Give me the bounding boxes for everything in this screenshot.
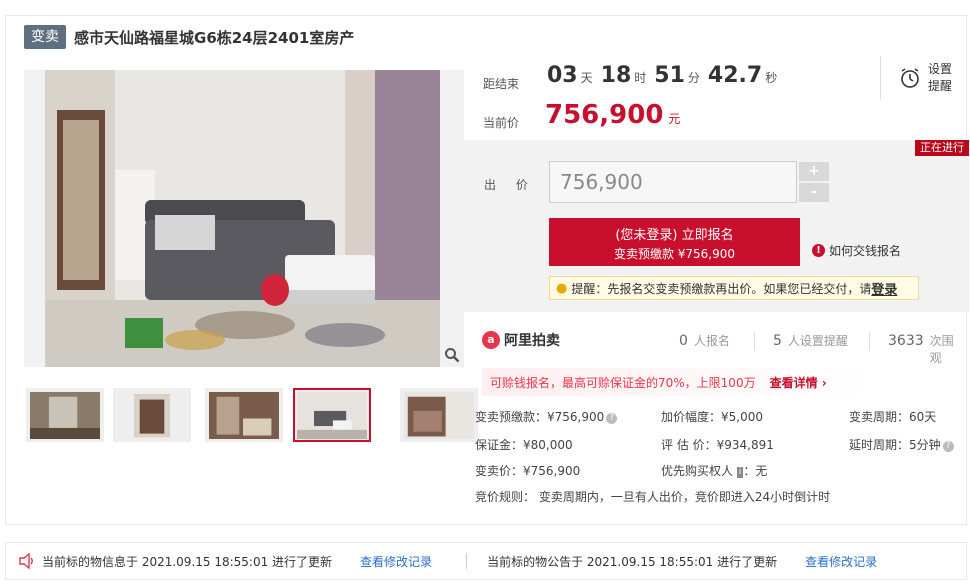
days-unit: 天 <box>580 71 593 85</box>
minutes-unit: 分 <box>687 71 700 85</box>
thumbnail-2[interactable] <box>113 388 191 442</box>
countdown-timer: 03 天 18 时 51 分 42.7 秒 <box>547 63 785 88</box>
register-button[interactable]: (您未登录) 立即报名 变卖预缴款 ¥756,900 <box>549 218 800 266</box>
current-price-value: 756,900 <box>545 100 664 130</box>
bid-panel: 正在进行 出 价 756,900 + - (您未登录) 立即报名 变卖预缴款 ¥… <box>464 140 969 312</box>
reminder-stat-label: 人设置提醒 <box>787 334 848 348</box>
divider <box>466 553 468 569</box>
sale-type-tag: 变卖 <box>24 25 66 49</box>
main-photo[interactable] <box>24 70 464 367</box>
title-bar: 变卖 感市天仙路福星城G6栋24层2401室房产 <box>24 25 354 49</box>
zoom-icon[interactable] <box>444 347 460 363</box>
divider <box>754 332 755 350</box>
status-badge: 正在进行 <box>915 140 969 156</box>
chevron-right-icon: › <box>821 375 827 390</box>
update-footer: 当前标的物信息于 2021.09.15 18:55:01 进行了更新 查看修改记… <box>5 542 967 580</box>
appraisal-info: 评 估 价：¥934,891 <box>661 438 774 452</box>
decrease-bid-button[interactable]: - <box>799 183 829 202</box>
reminder-label-2: 提醒 <box>928 79 953 93</box>
current-price: 756,900 元 <box>545 100 680 130</box>
registered-stat: 0 人报名 <box>679 332 730 349</box>
countdown-seconds: 42.7 <box>707 63 763 88</box>
stats-row: a 阿里拍卖 0 人报名 5 人设置提醒 3633 次围观 <box>482 330 965 365</box>
promo-details-link[interactable]: 查看详情 › <box>770 374 827 391</box>
bid-label: 出 价 <box>484 178 536 192</box>
info-history-link[interactable]: 查看修改记录 <box>360 553 432 570</box>
increase-bid-button[interactable]: + <box>799 162 829 181</box>
seconds-unit: 秒 <box>765 71 778 85</box>
registered-label: 人报名 <box>693 334 730 348</box>
period-info: 变卖周期：60天 <box>849 410 937 424</box>
thumbnail-4-selected[interactable] <box>293 388 371 442</box>
registered-count: 0 <box>679 333 688 349</box>
ali-auction-logo: a 阿里拍卖 <box>482 330 560 350</box>
thumbnail-strip <box>24 388 478 444</box>
alarm-clock-icon <box>901 68 919 88</box>
views-label: 次围观 <box>929 334 954 365</box>
speaker-icon <box>19 553 33 569</box>
set-reminder-button[interactable]: 设置 提醒 <box>880 56 966 100</box>
current-price-unit: 元 <box>668 112 681 126</box>
increment-info: 加价幅度：¥5,000 <box>661 410 763 424</box>
promo-text: 可赊钱报名，最高可赊保证金的70%，上限100万 <box>490 375 756 390</box>
reminder-stat: 5 人设置提醒 <box>773 332 848 349</box>
margin-info: 保证金：¥80,000 <box>475 438 573 452</box>
countdown-days: 03 <box>547 63 578 88</box>
countdown-hours: 18 <box>600 63 632 88</box>
notice-update-text: 当前标的物公告于 2021.09.15 18:55:01 进行了更新 <box>487 554 778 569</box>
views-count: 3633 <box>888 333 924 349</box>
login-tip: ● 提醒：先报名交变卖预缴款再出价。如果您已经交付，请 登录 <box>549 276 919 300</box>
info-icon: ! <box>812 244 825 257</box>
countdown-label: 距结束 <box>483 77 520 91</box>
credit-promo: 可赊钱报名，最高可赊保证金的70%，上限100万 查看详情 › <box>482 368 867 396</box>
how-to-pay-label: 如何交钱报名 <box>829 244 902 258</box>
hours-unit: 时 <box>634 71 647 85</box>
deposit-info: 变卖预缴款：¥756,900? <box>475 408 618 425</box>
tip-text: 提醒：先报名交变卖预缴款再出价。如果您已经交付，请 <box>571 281 872 296</box>
info-update-text: 当前标的物信息于 2021.09.15 18:55:01 进行了更新 <box>42 554 333 569</box>
how-to-pay-link[interactable]: ! 如何交钱报名 <box>812 242 901 259</box>
register-button-label: (您未登录) 立即报名 <box>615 228 734 243</box>
thumbnail-1[interactable] <box>26 388 104 442</box>
reminder-label-1: 设置 <box>928 62 953 76</box>
ali-logo-icon: a <box>482 331 500 349</box>
views-stat: 3633 次围观 <box>888 332 965 366</box>
priority-buyer-info: 优先购买权人 i ：无 <box>661 464 768 478</box>
thumbnail-3[interactable] <box>205 388 283 442</box>
sale-price-info: 变卖价：¥756,900 <box>475 464 581 478</box>
reminder-count: 5 <box>773 333 782 349</box>
delay-info: 延时周期：5分钟? <box>849 436 954 453</box>
bid-amount-input[interactable]: 756,900 <box>549 161 797 203</box>
notice-history-link[interactable]: 查看修改记录 <box>805 553 877 570</box>
help-icon[interactable]: ? <box>606 413 618 424</box>
help-icon[interactable]: ? <box>942 441 954 452</box>
current-price-label: 当前价 <box>483 116 520 130</box>
page-title: 感市天仙路福星城G6栋24层2401室房产 <box>74 28 355 47</box>
brand-name: 阿里拍卖 <box>504 333 560 349</box>
lightbulb-icon: ● <box>556 280 568 296</box>
thumbnail-5[interactable] <box>400 388 478 442</box>
bidding-rules: 竞价规则： 变卖周期内，一旦有人出价，竞价即进入24小时倒计时 <box>475 490 831 504</box>
divider <box>869 332 870 350</box>
login-link[interactable]: 登录 <box>871 279 897 298</box>
room-photo <box>45 70 440 367</box>
countdown-minutes: 51 <box>654 63 685 88</box>
register-deposit-label: 变卖预缴款 ¥756,900 <box>613 247 736 261</box>
